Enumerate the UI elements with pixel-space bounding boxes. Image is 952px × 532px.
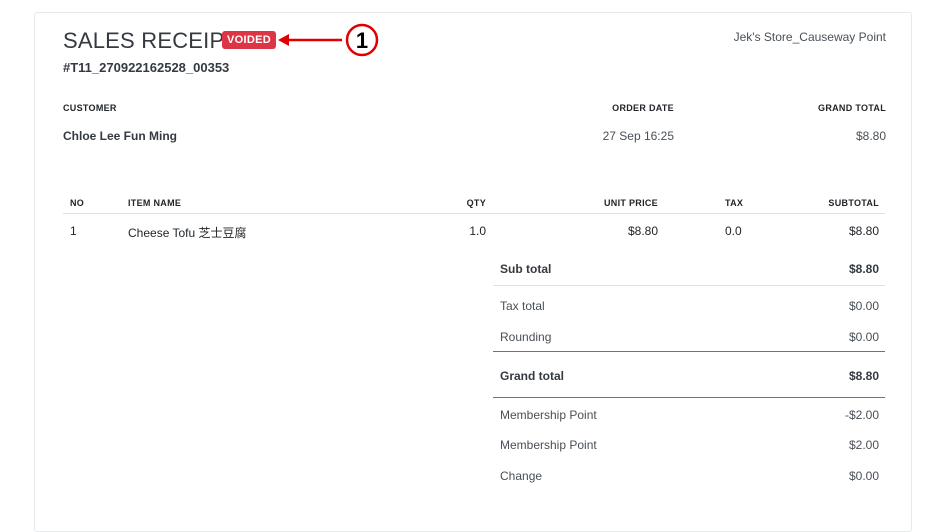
rounding-value: $0.00 <box>848 330 879 344</box>
annotation-number: 1 <box>356 28 368 53</box>
row-no: 1 <box>70 224 77 238</box>
sub-total-label: Sub total <box>500 262 552 276</box>
row-tax: 0.0 <box>725 224 742 238</box>
customer-value: Chloe Lee Fun Ming <box>63 129 177 143</box>
rounding-label: Rounding <box>500 330 552 344</box>
customer-label: CUSTOMER <box>63 103 117 113</box>
order-date-label: ORDER DATE <box>612 103 674 113</box>
tax-total-value: $0.00 <box>848 299 879 313</box>
tax-total-label: Tax total <box>500 299 545 313</box>
row-item-name: Cheese Tofu 芝士豆腐 <box>128 226 247 240</box>
change-value: $0.00 <box>848 469 879 483</box>
col-header-tax: TAX <box>725 198 744 208</box>
grand-total-top-divider <box>493 351 885 352</box>
grand-total-row-label: Grand total <box>500 369 565 383</box>
membership-point-debit-value: -$2.00 <box>844 408 879 422</box>
callout-annotation: 1 <box>278 23 379 57</box>
store-name: Jek's Store_Causeway Point <box>733 30 886 44</box>
row-qty: 1.0 <box>469 224 486 238</box>
change-label: Change <box>500 469 543 483</box>
col-header-subtotal: SUBTOTAL <box>828 198 879 208</box>
totals-divider <box>493 285 885 286</box>
membership-point-credit-value: $2.00 <box>848 438 879 452</box>
voided-status-badge: VOIDED <box>222 31 276 49</box>
grand-total-label: GRAND TOTAL <box>818 103 886 113</box>
table-header-divider <box>63 213 885 214</box>
annotation-arrow-head <box>278 34 289 46</box>
row-unit-price: $8.80 <box>627 224 658 238</box>
membership-point-debit-label: Membership Point <box>500 408 597 422</box>
grand-total-value: $8.80 <box>855 129 886 143</box>
grand-total-row-value: $8.80 <box>848 369 879 383</box>
receipt-card <box>34 12 912 532</box>
col-header-item-name: ITEM NAME <box>128 198 182 208</box>
page-title: SALES RECEIPT <box>63 28 238 53</box>
row-subtotal: $8.80 <box>848 224 879 238</box>
sub-total-value: $8.80 <box>848 262 879 276</box>
col-header-no: NO <box>70 198 85 208</box>
col-header-qty: QTY <box>466 198 486 208</box>
order-date-value: 27 Sep 16:25 <box>602 129 674 143</box>
col-header-unit-price: UNIT PRICE <box>603 198 658 208</box>
grand-total-bottom-divider <box>493 397 885 398</box>
membership-point-credit-label: Membership Point <box>500 438 597 452</box>
receipt-number: #T11_270922162528_00353 <box>63 60 230 75</box>
